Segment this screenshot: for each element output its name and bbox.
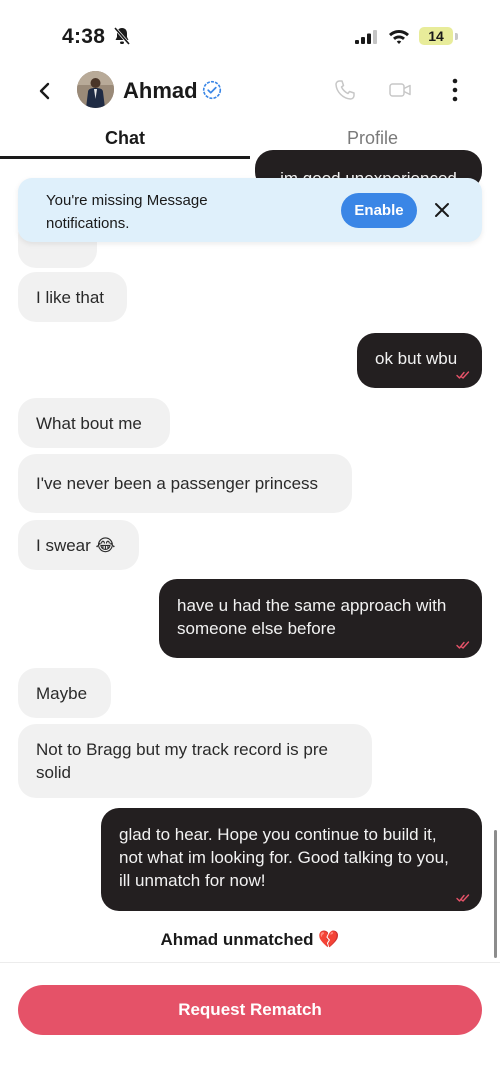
message-text: I like that [36,288,105,307]
message-incoming: I've never been a passenger princess [18,454,352,513]
notification-banner: You're missing Message notifications. En… [18,178,482,242]
back-button[interactable] [32,78,58,104]
message-incoming: I like that [18,272,127,322]
message-text: I swear 😂 [36,536,116,555]
tab-profile[interactable]: Profile [347,128,398,149]
bell-off-icon [114,27,130,45]
chevron-left-icon [39,82,50,100]
read-receipt-icon [456,894,470,902]
message-text: Not to Bragg but my track record is pre … [36,740,328,782]
message-outgoing: glad to hear. Hope you continue to build… [101,808,482,911]
banner-text: You're missing Message notifications. [46,192,208,232]
message-incoming: Maybe [18,668,111,718]
unmatched-notice: Ahmad unmatched 💔 [160,930,340,949]
message-incoming: I swear 😂 [18,520,139,570]
battery-tip [455,33,458,40]
message-text: Maybe [36,684,88,703]
tab-chat[interactable]: Chat [105,128,145,149]
battery-indicator: 14 [419,27,453,45]
message-text: What bout me [36,414,142,433]
chat-header: Ahmad [0,66,500,116]
verified-badge-icon [202,80,222,100]
message-text: I've never been a passenger princess [36,474,319,493]
avatar[interactable] [77,71,114,108]
message-incoming: Not to Bragg but my track record is pre … [18,724,372,798]
message-incoming: What bout me [18,398,170,448]
phone-call-icon[interactable] [333,78,357,102]
request-rematch-button[interactable]: Request Rematch [18,985,482,1035]
message-outgoing: have u had the same approach with someon… [159,579,482,658]
more-options-icon[interactable] [445,76,465,104]
read-receipt-icon [456,641,470,649]
footer-divider [0,962,500,963]
message-text: glad to hear. Hope you continue to build… [119,825,449,890]
signal-icon [355,30,377,44]
video-call-icon[interactable] [388,80,412,100]
active-tab-indicator [0,156,250,159]
message-outgoing: ok but wbu [357,333,482,388]
status-bar: 4:38 14 [0,0,500,66]
contact-name[interactable]: Ahmad [123,78,198,104]
scrollbar[interactable] [494,830,497,958]
enable-notifications-button[interactable]: Enable [341,193,417,228]
status-time: 4:38 [62,25,106,48]
wifi-icon [389,30,409,44]
message-text: ok but wbu [375,349,458,368]
avatar-photo [77,71,114,108]
message-text: have u had the same approach with someon… [177,596,447,638]
read-receipt-icon [456,371,470,379]
close-icon[interactable] [432,200,452,220]
